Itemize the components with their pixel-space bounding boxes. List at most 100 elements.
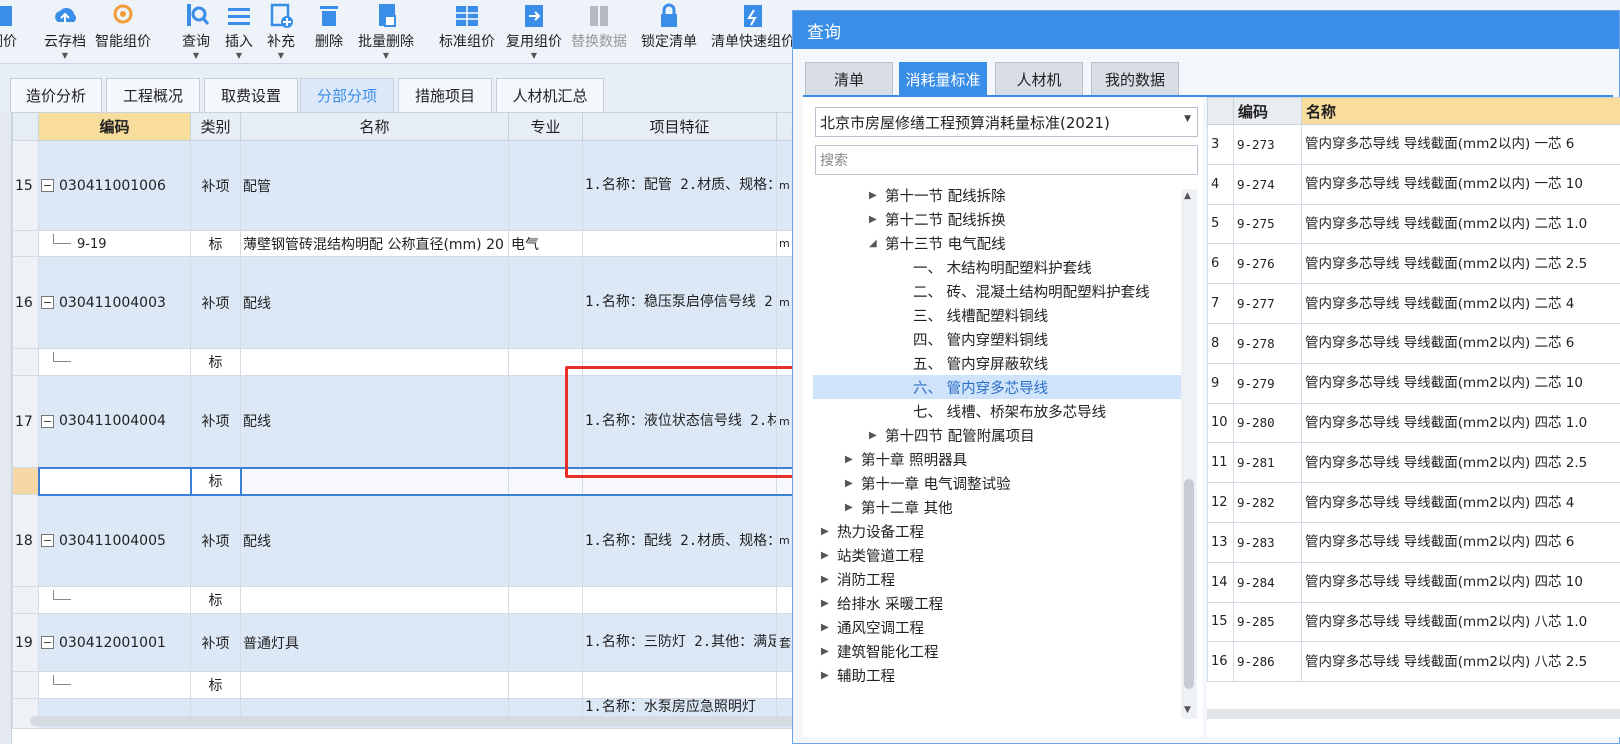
name-cell[interactable]: 配线 xyxy=(240,494,509,587)
tab-cost-analysis[interactable]: 造价分析 xyxy=(10,78,102,112)
col-name[interactable]: 名称 xyxy=(240,112,509,141)
result-name[interactable]: 管内穿多芯导线 导线截面(mm2以内) 四芯 2.5 xyxy=(1301,442,1620,484)
dialog-tab-consumption-standard[interactable]: 消耗量标准 xyxy=(899,62,987,96)
expand-arrow-icon[interactable]: ▶ xyxy=(869,430,885,441)
profession-cell[interactable] xyxy=(508,613,583,672)
result-code[interactable]: 9-274 xyxy=(1233,163,1302,205)
table-row[interactable]: 标 xyxy=(12,671,820,699)
chevron-down-icon[interactable]: ▼ xyxy=(383,52,389,60)
collapse-icon[interactable]: − xyxy=(41,414,54,428)
result-index[interactable]: 12 xyxy=(1207,482,1234,523)
expand-arrow-icon[interactable]: ▶ xyxy=(821,526,837,537)
tree-node[interactable]: ▶ 建筑智能化工程 xyxy=(821,639,939,663)
result-row[interactable]: 14 9-284 管内穿多芯导线 导线截面(mm2以内) 四芯 10 xyxy=(1207,561,1620,603)
collapse-icon[interactable]: − xyxy=(41,296,54,309)
name-cell[interactable]: 配线 xyxy=(240,375,509,468)
name-cell[interactable] xyxy=(240,348,509,376)
expand-arrow-icon[interactable]: ▶ xyxy=(845,478,861,489)
tree-node[interactable]: ▶ 热力设备工程 xyxy=(821,519,924,543)
tree-node[interactable]: 七、 线槽、桥架布放多芯导线 xyxy=(913,399,1106,423)
result-code[interactable]: 9-273 xyxy=(1233,124,1302,165)
name-cell[interactable]: 薄壁钢管砖混结构明配 公称直径(mm) 20 xyxy=(240,230,509,257)
result-name[interactable]: 管内穿多芯导线 导线截面(mm2以内) 二芯 6 xyxy=(1301,322,1620,364)
code-cell[interactable] xyxy=(38,671,191,699)
code-cell[interactable]: −030411004005 xyxy=(38,494,191,587)
search-input[interactable]: 搜索 xyxy=(815,145,1198,175)
tree-node[interactable]: 一、 木结构明配塑料护套线 xyxy=(913,255,1092,279)
result-index[interactable]: 5 xyxy=(1207,203,1234,245)
expand-arrow-icon[interactable]: ▶ xyxy=(869,214,885,225)
profession-cell[interactable] xyxy=(508,494,583,587)
reuse-price-button[interactable]: 复用组价 ▼ xyxy=(506,0,562,64)
tree-node[interactable]: ▶ 站类管道工程 xyxy=(821,543,924,567)
result-row[interactable]: 16 9-286 管内穿多芯导线 导线截面(mm2以内) 八芯 2.5 xyxy=(1207,641,1620,683)
profession-cell[interactable] xyxy=(508,140,583,231)
delete-button[interactable]: 删除 xyxy=(314,0,344,64)
result-code[interactable]: 9-280 xyxy=(1233,402,1302,444)
supplement-button[interactable]: 补充 ▼ xyxy=(266,0,296,64)
profession-cell[interactable]: 电气 xyxy=(508,230,583,257)
code-cell[interactable]: −030412001001 xyxy=(38,613,191,672)
result-index[interactable]: 4 xyxy=(1207,163,1234,205)
profession-cell[interactable] xyxy=(508,375,583,468)
result-row[interactable]: 3 9-273 管内穿多芯导线 导线截面(mm2以内) 一芯 6 xyxy=(1207,124,1620,165)
expand-arrow-icon[interactable]: ▶ xyxy=(821,574,837,585)
result-index[interactable]: 10 xyxy=(1207,402,1234,444)
chevron-down-icon[interactable]: ▼ xyxy=(531,52,537,60)
type-cell[interactable]: 补项 xyxy=(190,613,241,672)
result-row[interactable]: 12 9-282 管内穿多芯导线 导线截面(mm2以内) 四芯 4 xyxy=(1207,482,1620,523)
result-row[interactable]: 5 9-275 管内穿多芯导线 导线截面(mm2以内) 二芯 1.0 xyxy=(1207,203,1620,245)
name-cell[interactable] xyxy=(240,586,509,614)
result-name[interactable]: 管内穿多芯导线 导线截面(mm2以内) 四芯 6 xyxy=(1301,521,1620,563)
result-index[interactable]: 7 xyxy=(1207,283,1234,324)
code-cell-editing[interactable] xyxy=(37,466,192,496)
tree-node[interactable]: ▶ 第十二节 配线拆换 xyxy=(869,207,1006,231)
result-name[interactable]: 管内穿多芯导线 导线截面(mm2以内) 二芯 1.0 xyxy=(1301,203,1620,245)
result-code[interactable]: 9-277 xyxy=(1233,283,1302,324)
insert-button[interactable]: 插入 ▼ xyxy=(224,0,254,64)
result-name[interactable]: 管内穿多芯导线 导线截面(mm2以内) 二芯 4 xyxy=(1301,283,1620,324)
standard-select[interactable]: 北京市房屋修缮工程预算消耗量标准(2021) ▼ xyxy=(815,107,1198,137)
type-cell[interactable]: 补项 xyxy=(190,256,241,349)
type-cell[interactable]: 标 xyxy=(190,348,241,376)
code-cell[interactable]: 9-19 xyxy=(38,230,191,257)
type-cell[interactable]: 补项 xyxy=(190,375,241,468)
tree-node[interactable]: ▶ 第十章 照明器具 xyxy=(845,447,967,471)
features-cell[interactable]: 1.名称：液位状态信号线 2.材质、规格：NH-RVS12*1.0 3.安装方式… xyxy=(582,375,777,468)
chevron-down-icon[interactable]: ▼ xyxy=(1184,114,1191,124)
expand-arrow-icon[interactable]: ▶ xyxy=(821,646,837,657)
result-index[interactable]: 16 xyxy=(1207,641,1234,683)
tree-node[interactable]: ▶ 消防工程 xyxy=(821,567,895,591)
standard-price-button[interactable]: 标准组价 xyxy=(439,0,495,64)
profession-cell[interactable] xyxy=(508,256,583,349)
table-row[interactable]: 19 −030412001001 补项 普通灯具 1.名称：三防灯 2.其他：满… xyxy=(12,613,820,672)
tree-node[interactable]: 四、 管内穿塑料铜线 xyxy=(913,327,1048,351)
name-cell[interactable]: 普通灯具 xyxy=(240,613,509,672)
result-row[interactable]: 6 9-276 管内穿多芯导线 导线截面(mm2以内) 二芯 2.5 xyxy=(1207,243,1620,285)
result-name[interactable]: 管内穿多芯导线 导线截面(mm2以内) 二芯 2.5 xyxy=(1301,243,1620,285)
result-index[interactable]: 11 xyxy=(1207,442,1234,484)
collapse-icon[interactable]: − xyxy=(41,636,54,649)
result-code[interactable]: 9-279 xyxy=(1233,362,1302,404)
result-code[interactable]: 9-276 xyxy=(1233,243,1302,285)
result-index[interactable]: 14 xyxy=(1207,561,1234,603)
table-row[interactable]: 15 −030411001006 补项 配管 1.名称：配管 2.材质、规格：J… xyxy=(12,140,820,231)
result-code[interactable]: 9-281 xyxy=(1233,442,1302,484)
result-name[interactable]: 管内穿多芯导线 导线截面(mm2以内) 四芯 10 xyxy=(1301,561,1620,603)
table-row[interactable]: 标 xyxy=(12,348,820,376)
tree-node[interactable]: ▶ 给排水 采暖工程 xyxy=(821,591,943,615)
tree-node[interactable]: ▶ 第十一章 电气调整试验 xyxy=(845,471,1011,495)
tab-sub-items[interactable]: 分部分项 xyxy=(300,78,394,112)
tree-node[interactable]: ◢ 第十三节 电气配线 xyxy=(869,231,1006,255)
lock-list-button[interactable]: 锁定清单 xyxy=(641,0,697,64)
dialog-tab-labor-material[interactable]: 人材机 xyxy=(995,62,1083,96)
tree-node[interactable]: ▶ 第十四节 配管附属项目 xyxy=(869,423,1035,447)
result-name[interactable]: 管内穿多芯导线 导线截面(mm2以内) 二芯 10 xyxy=(1301,362,1620,404)
col-profession[interactable]: 专业 xyxy=(508,112,583,141)
result-code[interactable]: 9-275 xyxy=(1233,203,1302,245)
result-row[interactable]: 8 9-278 管内穿多芯导线 导线截面(mm2以内) 二芯 6 xyxy=(1207,322,1620,364)
query-button[interactable]: 查询 ▼ xyxy=(181,0,211,64)
col-type[interactable]: 类别 xyxy=(190,112,241,141)
result-row[interactable]: 13 9-283 管内穿多芯导线 导线截面(mm2以内) 四芯 6 xyxy=(1207,521,1620,563)
profession-cell[interactable] xyxy=(508,671,583,699)
